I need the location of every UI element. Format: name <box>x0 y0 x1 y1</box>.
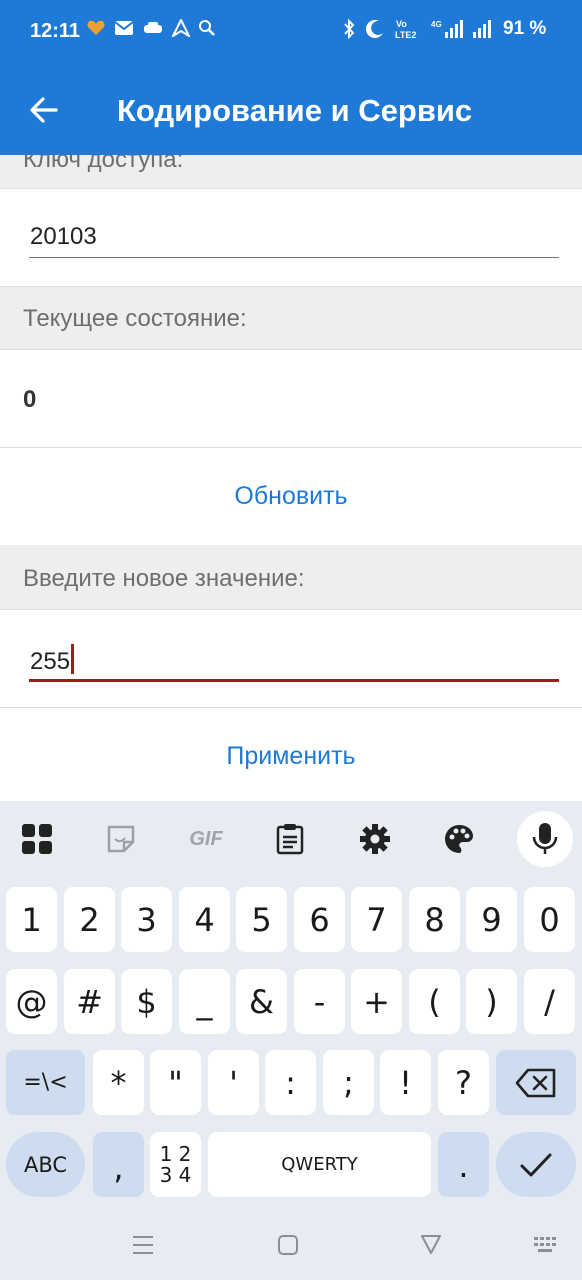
home-nav-icon[interactable] <box>277 1234 299 1256</box>
key-ampersand[interactable]: & <box>236 969 287 1034</box>
checkmark-icon <box>520 1153 552 1176</box>
key-hash[interactable]: # <box>64 969 115 1034</box>
navigation-icon <box>172 19 190 37</box>
period-key[interactable]: . <box>438 1132 489 1197</box>
space-key[interactable]: QWERTY <box>208 1132 431 1197</box>
new-value-text: 255 <box>30 648 71 675</box>
key-asterisk[interactable]: * <box>93 1050 144 1115</box>
apply-row: Применить <box>0 708 582 801</box>
done-key[interactable] <box>496 1132 576 1197</box>
menu-nav-icon[interactable] <box>132 1234 154 1256</box>
key-question[interactable]: ? <box>438 1050 489 1115</box>
svg-text:4G: 4G <box>431 20 442 29</box>
settings-icon[interactable] <box>355 819 395 859</box>
key-exclamation[interactable]: ! <box>380 1050 431 1115</box>
key-minus[interactable]: - <box>294 969 345 1034</box>
key-close-paren[interactable]: ) <box>466 969 517 1034</box>
key-underscore[interactable]: _ <box>179 969 230 1034</box>
current-state-card: 0 <box>0 350 582 448</box>
numpad-label-bottom: 3 4 <box>159 1162 192 1187</box>
back-arrow-icon[interactable] <box>26 92 62 128</box>
mail-icon <box>114 21 134 35</box>
page-title: Кодирование и Сервис <box>117 93 473 128</box>
backspace-icon <box>515 1068 556 1097</box>
access-key-label-text: Ключ доступа: <box>23 155 184 173</box>
refresh-row: Обновить <box>0 448 582 545</box>
key-4[interactable]: 4 <box>179 887 230 952</box>
key-7[interactable]: 7 <box>351 887 402 952</box>
signal-icon <box>473 20 491 38</box>
key-0[interactable]: 0 <box>524 887 575 952</box>
heart-app-icon <box>87 20 105 35</box>
status-time: 12:11 <box>30 20 81 42</box>
backspace-key[interactable] <box>496 1050 576 1115</box>
clipboard-icon[interactable] <box>270 819 310 859</box>
palette-icon[interactable] <box>439 819 479 859</box>
numpad-key[interactable]: 1 2 3 4 <box>150 1132 201 1197</box>
key-2[interactable]: 2 <box>64 887 115 952</box>
new-value-input[interactable]: 255 <box>30 644 75 676</box>
gif-label: GIF <box>189 827 223 850</box>
notification-icons <box>86 18 216 38</box>
svg-text:Vo: Vo <box>396 19 407 29</box>
moon-icon <box>365 20 383 39</box>
key-slash[interactable]: / <box>524 969 575 1034</box>
access-key-card: 20103 <box>0 189 582 287</box>
back-nav-icon[interactable] <box>420 1233 442 1255</box>
gif-icon[interactable]: GIF <box>184 819 228 859</box>
access-key-input[interactable]: 20103 <box>30 223 97 251</box>
key-9[interactable]: 9 <box>466 887 517 952</box>
key-double-quote[interactable]: " <box>150 1050 201 1115</box>
current-state-label: Текущее состояние: <box>0 287 582 350</box>
new-value-underline <box>29 679 559 682</box>
mic-icon[interactable] <box>525 819 565 859</box>
new-value-label-text: Введите новое значение: <box>23 565 305 592</box>
volte-icon: VoLTE2 <box>395 19 416 40</box>
battery-text: 91 % <box>503 18 547 39</box>
key-semicolon[interactable]: ; <box>323 1050 374 1115</box>
car-icon <box>144 22 162 33</box>
comma-key[interactable]: , <box>93 1132 144 1197</box>
key-open-paren[interactable]: ( <box>409 969 460 1034</box>
new-value-card: 255 <box>0 610 582 708</box>
keyboard-hide-icon[interactable] <box>533 1236 559 1254</box>
system-nav-bar <box>0 1206 582 1280</box>
search-icon <box>199 20 215 36</box>
bluetooth-icon <box>344 18 355 40</box>
key-dollar[interactable]: $ <box>121 969 172 1034</box>
current-state-label-text: Текущее состояние: <box>23 305 247 332</box>
access-key-underline <box>29 257 559 258</box>
key-at[interactable]: @ <box>6 969 57 1034</box>
numpad-label-top: 1 2 <box>159 1141 192 1166</box>
key-5[interactable]: 5 <box>236 887 287 952</box>
new-value-label: Введите новое значение: <box>0 545 582 610</box>
key-single-quote[interactable]: ' <box>208 1050 259 1115</box>
apps-grid-icon[interactable] <box>17 819 57 859</box>
key-colon[interactable]: : <box>265 1050 316 1115</box>
abc-key[interactable]: ABC <box>6 1132 85 1197</box>
key-more-symbols[interactable]: =\< <box>6 1050 85 1115</box>
key-1[interactable]: 1 <box>6 887 57 952</box>
current-state-value: 0 <box>23 386 37 413</box>
key-8[interactable]: 8 <box>409 887 460 952</box>
status-bar: 12:11 Vo LTE2 4G 91 % <box>0 0 582 64</box>
app-bar: 12:11 Vo LTE2 4G 91 % Кодирование и Серви… <box>0 0 582 155</box>
system-icons: Vo LTE2 4G 91 % <box>342 18 546 40</box>
key-6[interactable]: 6 <box>294 887 345 952</box>
text-cursor <box>71 644 75 674</box>
access-key-label: Ключ доступа: <box>0 155 582 189</box>
refresh-button[interactable]: Обновить <box>0 482 582 511</box>
sticker-icon[interactable] <box>101 819 141 859</box>
key-plus[interactable]: + <box>351 969 402 1034</box>
apply-button[interactable]: Применить <box>0 742 582 771</box>
signal-4g-icon: 4G <box>431 20 463 38</box>
key-3[interactable]: 3 <box>121 887 172 952</box>
svg-text:LTE2: LTE2 <box>395 30 416 40</box>
